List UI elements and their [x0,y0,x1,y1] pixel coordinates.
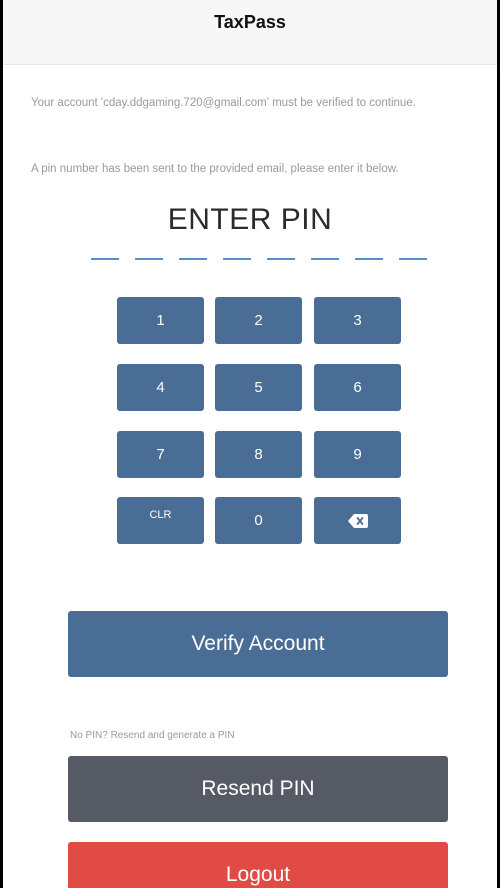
key-7[interactable]: 7 [117,431,204,478]
key-9[interactable]: 9 [314,431,401,478]
key-6[interactable]: 6 [314,364,401,411]
app-title: TaxPass [214,11,286,32]
key-4[interactable]: 4 [117,364,204,411]
navigation-bar: TaxPass [3,0,497,65]
pin-slot-3 [179,258,207,260]
pin-sent-message: A pin number has been sent to the provid… [31,163,399,175]
key-8[interactable]: 8 [215,431,302,478]
pin-slot-7 [355,258,383,260]
logout-button[interactable]: Logout [68,842,448,888]
app-screen: TaxPass Your account 'cday.ddgaming.720@… [2,0,498,888]
key-3[interactable]: 3 [314,297,401,344]
verification-required-message: Your account 'cday.ddgaming.720@gmail.co… [31,97,416,109]
pin-slot-5 [267,258,295,260]
key-0[interactable]: 0 [215,497,302,544]
key-1[interactable]: 1 [117,297,204,344]
pin-slot-1 [91,258,119,260]
pin-slot-8 [399,258,427,260]
pin-slot-2 [135,258,163,260]
pin-slot-4 [223,258,251,260]
backspace-key[interactable] [314,497,401,544]
key-2[interactable]: 2 [215,297,302,344]
verify-account-button[interactable]: Verify Account [68,611,448,677]
resend-pin-button[interactable]: Resend PIN [68,756,448,822]
key-5[interactable]: 5 [215,364,302,411]
resend-hint-text: No PIN? Resend and generate a PIN [70,730,235,741]
pin-slot-6 [311,258,339,260]
clear-key[interactable]: CLR [117,497,204,544]
backspace-icon [347,513,368,528]
enter-pin-heading: ENTER PIN [167,203,333,236]
